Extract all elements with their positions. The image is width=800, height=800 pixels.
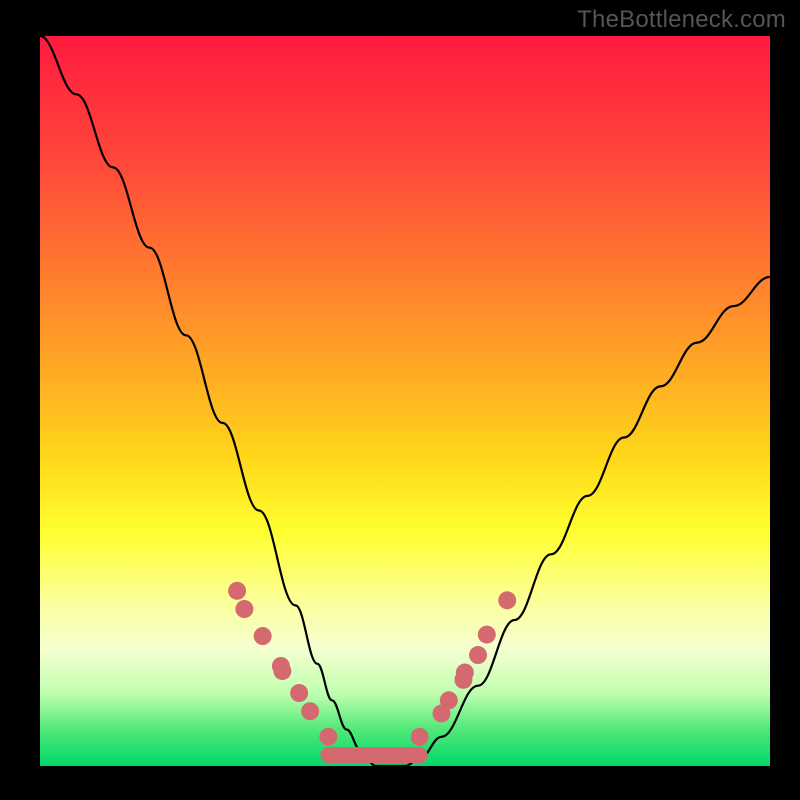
bottleneck-curve — [40, 36, 770, 766]
highlight-dot — [469, 646, 487, 664]
highlight-dot — [411, 728, 429, 746]
highlight-dot — [228, 582, 246, 600]
highlight-dot — [273, 662, 291, 680]
highlight-dot — [498, 591, 516, 609]
highlight-dot — [478, 626, 496, 644]
chart-canvas: TheBottleneck.com — [0, 0, 800, 800]
highlight-dot — [290, 684, 308, 702]
plot-area — [40, 36, 770, 766]
watermark-text: TheBottleneck.com — [577, 6, 786, 34]
highlight-dot — [235, 600, 253, 618]
highlight-dot — [254, 627, 272, 645]
highlight-dot — [440, 691, 458, 709]
highlight-dots — [228, 582, 516, 746]
chart-overlay — [40, 36, 770, 766]
highlight-dot — [456, 664, 474, 682]
highlight-dot — [301, 702, 319, 720]
highlight-dot — [319, 728, 337, 746]
